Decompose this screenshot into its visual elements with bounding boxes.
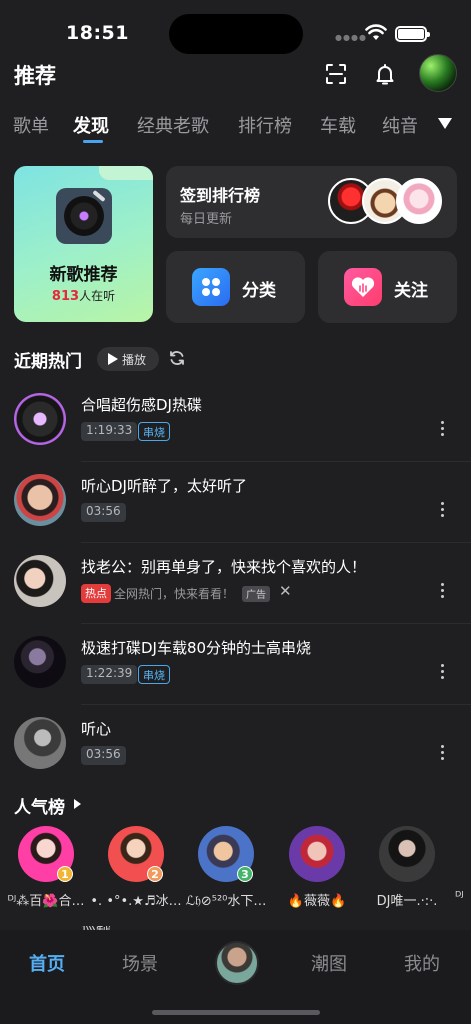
tab-home[interactable]: 首页	[29, 950, 65, 976]
status-bar: 18:51 ●●●●	[0, 0, 471, 64]
category-tabs: 歌单 发现 经典老歌 排行榜 车载 纯音	[0, 108, 471, 148]
close-icon[interactable]: ✕	[279, 582, 292, 600]
refresh-icon[interactable]	[168, 349, 186, 367]
tab-car[interactable]: 车载	[320, 112, 356, 138]
category-button[interactable]: 分类	[166, 251, 305, 323]
heart-icon	[344, 268, 382, 306]
scan-icon[interactable]	[324, 62, 348, 86]
song-tag: 串烧	[138, 665, 170, 684]
checkin-subtitle: 每日更新	[180, 212, 233, 227]
song-title: 合唱超伤感DJ热碟	[81, 396, 202, 414]
song-duration: 03:56	[81, 746, 126, 765]
song-cover	[14, 393, 66, 445]
ad-cover	[14, 555, 66, 607]
song-title: 听心DJ听醉了，太好听了	[81, 477, 247, 495]
follow-label: 关注	[394, 281, 428, 301]
singer-avatar	[379, 826, 435, 882]
song-row[interactable]: 极速打碟DJ车载80分钟的士高串烧 1:22:39 串烧	[0, 624, 471, 705]
singer-item[interactable]: 1	[0, 826, 92, 886]
page-title: 推荐	[14, 64, 56, 88]
song-cover	[14, 474, 66, 526]
song-row[interactable]: 听心DJ听醉了，太好听了 03:56	[0, 462, 471, 543]
rank-badge: 2	[147, 866, 163, 882]
follow-button[interactable]: 关注	[318, 251, 457, 323]
singer-name: ℒ𝔥⊘⁵²⁰水下…	[185, 894, 267, 909]
new-songs-title: 新歌推荐	[49, 265, 118, 285]
battery-icon	[395, 26, 430, 42]
song-row[interactable]: 听心 03:56	[0, 705, 471, 786]
rank-badge: 1	[57, 866, 73, 882]
more-icon[interactable]	[441, 502, 446, 518]
more-icon[interactable]	[441, 745, 446, 761]
ad-title: 找老公：别再单身了，快来找个喜欢的人！	[81, 558, 367, 576]
more-icon[interactable]	[441, 583, 446, 599]
singer-name: •. •°•.★♬冰…	[90, 894, 182, 909]
ad-row[interactable]: 找老公：别再单身了，快来找个喜欢的人！ 热点 全网热门，快来看看！ 广告 ✕	[0, 543, 471, 624]
singer-name: ᴰᴶ⁂百🌺合…	[7, 894, 85, 909]
ad-badge: 广告	[242, 586, 270, 602]
tab-classic[interactable]: 经典老歌	[137, 112, 209, 138]
song-duration: 03:56	[81, 503, 126, 522]
ad-subtitle: 全网热门，快来看看！	[114, 587, 235, 601]
category-label: 分类	[242, 281, 276, 301]
tab-discover[interactable]: 发现	[73, 112, 109, 138]
song-row[interactable]: 合唱超伤感DJ热碟 1:19:33 串烧	[0, 381, 471, 462]
hot-badge: 热点	[81, 584, 111, 603]
singer-item[interactable]: 3	[180, 826, 272, 886]
checkin-title: 签到排行榜	[180, 186, 261, 205]
song-title: 极速打碟DJ车载80分钟的士高串烧	[81, 639, 312, 657]
tab-pure[interactable]: 纯音	[382, 112, 418, 138]
song-duration: 1:22:39	[81, 665, 138, 684]
checkin-rank-card[interactable]: 签到排行榜 每日更新	[166, 166, 457, 238]
singer-name: 🔥薇薇🔥	[287, 894, 347, 909]
singer-item[interactable]	[271, 826, 363, 886]
singer-name: ᴰᴶ	[455, 890, 464, 905]
singer-name: DJ唯一.·:·.	[376, 894, 438, 909]
dynamic-island	[169, 14, 303, 54]
listener-count: 813人在听	[51, 289, 116, 304]
wifi-icon	[365, 24, 387, 40]
grid-icon	[192, 268, 230, 306]
rank-avatar-3	[396, 178, 442, 224]
song-cover	[14, 636, 66, 688]
card-fold	[99, 166, 153, 180]
song-title: 听心	[81, 720, 112, 738]
tab-playlist[interactable]: 歌单	[13, 112, 49, 138]
tabs-dropdown-icon[interactable]	[438, 118, 452, 129]
tab-scene[interactable]: 场景	[122, 950, 158, 976]
song-cover	[14, 717, 66, 769]
tab-mine[interactable]: 我的	[404, 950, 440, 976]
song-duration: 1:19:33	[81, 422, 138, 441]
tab-trend[interactable]: 潮图	[311, 950, 347, 976]
home-indicator	[152, 1010, 320, 1015]
rank-badge: 3	[237, 866, 253, 882]
singer-item[interactable]	[361, 826, 453, 886]
bell-icon[interactable]	[373, 62, 397, 86]
more-icon[interactable]	[441, 664, 446, 680]
singer-item[interactable]: 2	[90, 826, 182, 886]
singer-avatar	[289, 826, 345, 882]
user-avatar[interactable]	[419, 54, 457, 92]
tab-charts[interactable]: 排行榜	[238, 112, 292, 138]
play-icon	[108, 353, 118, 365]
signal-icon: ●●●●	[335, 33, 367, 42]
more-icon[interactable]	[441, 421, 446, 437]
vinyl-icon	[56, 188, 112, 244]
active-tab-indicator	[83, 140, 103, 143]
play-all-button[interactable]: 播放	[97, 347, 159, 371]
recent-hot-title: 近期热门	[14, 352, 82, 372]
new-songs-card[interactable]: 新歌推荐 813人在听	[14, 166, 153, 322]
popular-title: 人气榜	[14, 798, 65, 818]
arrow-right-icon[interactable]	[74, 799, 81, 809]
now-playing-avatar[interactable]	[215, 941, 259, 985]
song-tag: 串烧	[138, 422, 170, 441]
status-time: 18:51	[66, 22, 129, 44]
